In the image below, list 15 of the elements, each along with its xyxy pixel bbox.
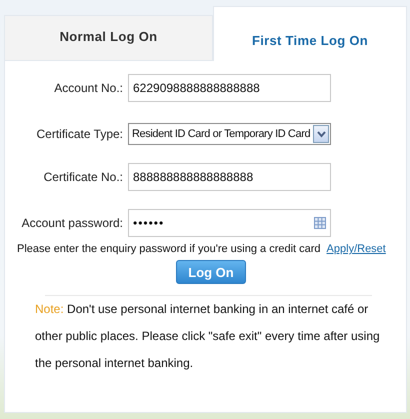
field-label: Certificate Type:: [36, 127, 124, 141]
chevron-down-icon: [316, 130, 326, 138]
input-field[interactable]: 888888888888888888: [128, 163, 331, 191]
password-field[interactable]: ••••••: [128, 209, 331, 237]
tab[interactable]: First Time Log On: [213, 6, 407, 61]
tab[interactable]: Normal Log On: [4, 15, 213, 61]
note-text: Note: Don't use personal internet banking in an internet café or other public places. Please click "safe exit" every time after using the personal internet banking.: [34, 301, 381, 372]
keypad-icon[interactable]: [314, 217, 326, 229]
field-label: Account password:: [20, 216, 124, 230]
field-label: Account No.:: [53, 81, 124, 95]
input-field[interactable]: 6229098888888888888: [128, 74, 331, 102]
hint-text: Please enter the enquiry password if you're using a credit card: [17, 243, 321, 255]
field-label: Certificate No.:: [42, 170, 124, 184]
apply-reset-link[interactable]: Apply/Reset: [326, 243, 386, 255]
certificate-type-dropdown[interactable]: Resident ID Card or Temporary ID Card: [128, 123, 331, 145]
